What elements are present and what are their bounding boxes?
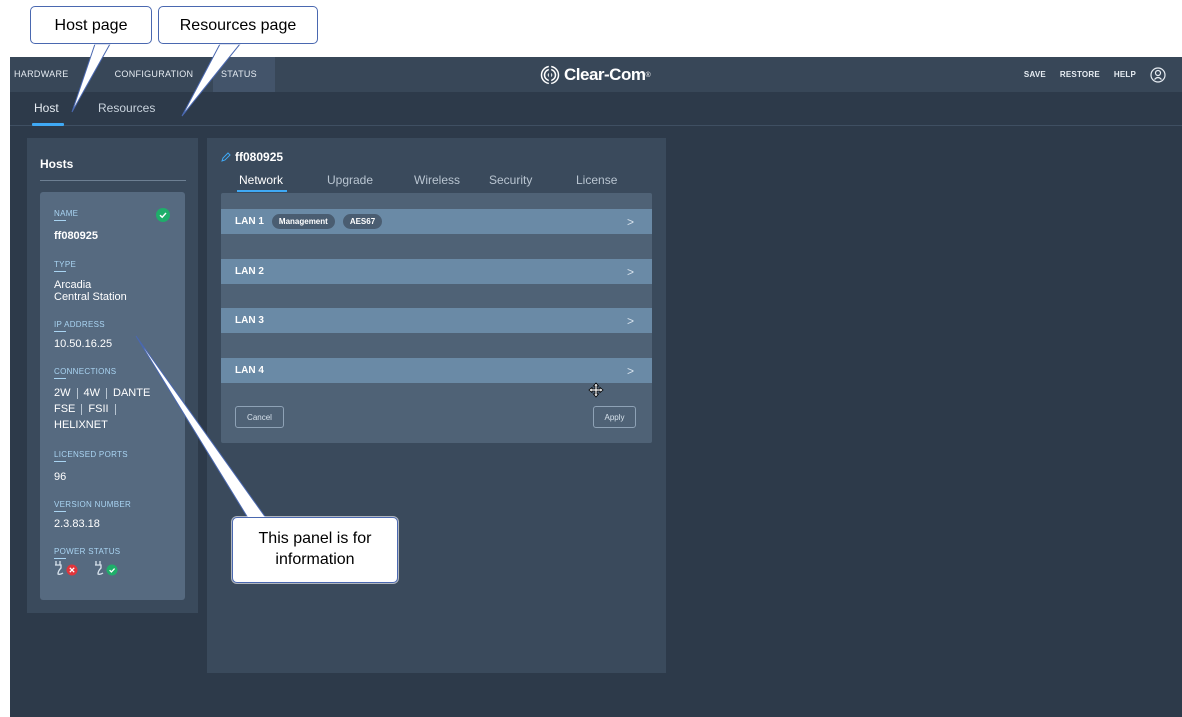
host-card[interactable]: NAME ff080925 TYPE Arcadia Central Stati…	[40, 192, 185, 600]
connection-dante: DANTE	[113, 387, 151, 399]
nav-status[interactable]: STATUS	[213, 57, 275, 92]
help-button[interactable]: HELP	[1114, 70, 1136, 79]
chevron-right-icon: >	[626, 314, 634, 328]
info-panel-callout: This panel is for information	[232, 517, 398, 583]
network-settings: LAN 1 Management AES67 > LAN 2 > LAN 3 >…	[221, 193, 652, 443]
connection-fsii: FSII	[88, 403, 109, 415]
connections-row-3: HELIXNET	[54, 419, 108, 431]
connections-row-2: FSE FSII	[54, 403, 122, 415]
licensed-ports-label: LICENSED PORTS	[54, 450, 128, 462]
active-detail-tab-indicator	[237, 190, 287, 192]
power-supply-1	[54, 560, 82, 576]
nav-hardware[interactable]: HARDWARE	[10, 57, 95, 92]
lan-row-2[interactable]: LAN 2 >	[221, 259, 652, 284]
licensed-ports-value: 96	[54, 471, 67, 483]
lan-row-4[interactable]: LAN 4 >	[221, 358, 652, 383]
save-button[interactable]: SAVE	[1024, 70, 1046, 79]
host-detail-panel: ff080925 Network Upgrade Wireless Securi…	[207, 138, 666, 673]
tab-resources[interactable]: Resources	[98, 101, 155, 115]
power-status-row	[54, 560, 134, 576]
version-number-label: VERSION NUMBER	[54, 500, 132, 512]
brand-name: Clear-Com	[564, 65, 646, 84]
restore-button[interactable]: RESTORE	[1060, 70, 1100, 79]
chevron-right-icon: >	[626, 215, 634, 229]
power-supply-2	[94, 560, 122, 576]
nav-configuration[interactable]: CONFIGURATION	[95, 57, 213, 92]
connection-helixnet: HELIXNET	[54, 419, 108, 431]
active-tab-indicator	[32, 123, 64, 126]
lan-row-1[interactable]: LAN 1 Management AES67 >	[221, 209, 652, 234]
connection-fse: FSE	[54, 403, 76, 415]
cancel-button[interactable]: Cancel	[235, 406, 284, 428]
pencil-icon[interactable]	[221, 152, 231, 162]
chevron-right-icon: >	[626, 265, 634, 279]
lan-label: LAN 2	[235, 266, 264, 277]
name-value: ff080925	[54, 230, 99, 242]
lan-label: LAN 3	[235, 315, 264, 326]
connections-row-1: 2W 4W DANTE	[54, 387, 150, 399]
hosts-divider	[40, 180, 186, 181]
connection-2w: 2W	[54, 387, 71, 399]
tag-aes67: AES67	[342, 214, 383, 229]
power-plug-error-icon	[55, 561, 78, 576]
ip-address-label: IP ADDRESS	[54, 320, 105, 332]
type-value-line1: Arcadia	[54, 279, 92, 291]
clearcom-logo-icon	[540, 65, 560, 85]
check-circle-icon	[156, 208, 170, 222]
tab-host[interactable]: Host	[34, 101, 59, 115]
hosts-panel: Hosts NAME ff080925 TYPE Arcadia Central…	[27, 138, 198, 613]
app-window: HARDWARE CONFIGURATION STATUS Clear-Com ®…	[10, 57, 1182, 717]
user-icon[interactable]	[1150, 66, 1166, 83]
info-callout-line1: This panel is for	[258, 530, 372, 547]
tab-security[interactable]: Security	[489, 173, 532, 187]
tag-management: Management	[271, 214, 335, 229]
sub-tabs: Host Resources	[10, 92, 1182, 126]
brand-logo: Clear-Com ®	[540, 65, 651, 85]
lan-row-3[interactable]: LAN 3 >	[221, 308, 652, 333]
apply-button[interactable]: Apply	[593, 406, 636, 428]
name-label: NAME	[54, 209, 79, 221]
lan-label: LAN 1	[235, 216, 264, 227]
top-actions: SAVE RESTORE HELP	[1010, 57, 1166, 92]
power-plug-ok-icon	[95, 561, 118, 576]
connections-label: CONNECTIONS	[54, 367, 117, 379]
top-navigation: HARDWARE CONFIGURATION STATUS	[10, 57, 275, 92]
brand-mark: ®	[645, 71, 651, 79]
version-number-value: 2.3.83.18	[54, 518, 100, 530]
type-value-line2: Central Station	[54, 291, 127, 303]
tab-license[interactable]: License	[576, 173, 617, 187]
ip-address-value: 10.50.16.25	[54, 338, 113, 350]
lan-label: LAN 4	[235, 365, 264, 376]
type-label: TYPE	[54, 260, 77, 272]
tab-network[interactable]: Network	[239, 173, 283, 187]
connection-4w: 4W	[83, 387, 101, 399]
host-page-callout: Host page	[30, 6, 152, 44]
info-callout-line2: information	[275, 551, 355, 568]
hosts-title: Hosts	[40, 157, 74, 171]
resources-page-callout: Resources page	[158, 6, 318, 44]
move-cursor-icon	[588, 382, 604, 398]
top-bar: HARDWARE CONFIGURATION STATUS Clear-Com ®…	[10, 57, 1182, 92]
power-status-label: POWER STATUS	[54, 547, 121, 559]
tab-upgrade[interactable]: Upgrade	[327, 173, 373, 187]
tab-wireless[interactable]: Wireless	[414, 173, 460, 187]
host-name-title: ff080925	[235, 150, 284, 164]
chevron-right-icon: >	[626, 364, 634, 378]
